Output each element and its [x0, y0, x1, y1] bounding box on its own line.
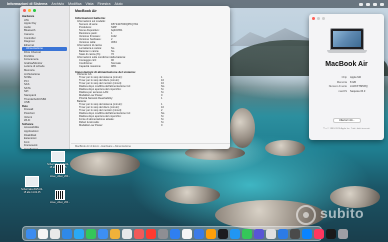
desktop-file[interactable]: Linee_video_200... — [48, 190, 72, 204]
watermark-text: subito — [320, 205, 364, 221]
close-button[interactable] — [23, 9, 26, 12]
dock-app-icon[interactable] — [242, 228, 252, 239]
zoom-button[interactable] — [322, 17, 325, 20]
desktop-file-label: Linee_video_200... — [49, 201, 71, 204]
dock-app-icon[interactable] — [122, 228, 132, 239]
desktop-file[interactable]: Schermata 2025-02-15 alle 11.02.45 — [20, 176, 44, 194]
about-spec-value: Sequoia 15.3 — [350, 89, 366, 93]
wallpaper-rock — [230, 108, 255, 148]
dock-app-icon[interactable] — [134, 228, 144, 239]
about-this-mac-window: MacBook Air Chip Apple M2 Memoria 8 GB Numer… — [309, 14, 384, 140]
window-title: MacBook Air — [75, 9, 97, 13]
control-center-icon[interactable] — [373, 2, 377, 6]
qr-code-thumbnail — [55, 190, 65, 200]
info-row: Modalità Low Power: 0 — [79, 124, 219, 127]
dock-app-icon[interactable] — [290, 228, 300, 239]
wallpaper-rock — [165, 186, 220, 204]
dock-app-icon[interactable] — [74, 228, 84, 239]
about-spec-row: Chip Apple M2 — [319, 76, 379, 80]
dock-app-icon[interactable] — [314, 228, 324, 239]
minimize-button[interactable] — [317, 17, 320, 20]
about-model-title: MacBook Air — [325, 61, 368, 68]
search-icon[interactable] — [380, 2, 384, 6]
info-value: 0 — [161, 124, 163, 128]
dock-app-icon[interactable] — [302, 228, 312, 239]
sidebar-item[interactable]: Installazioni — [20, 148, 69, 149]
dock — [22, 226, 348, 241]
wifi-icon[interactable] — [359, 2, 363, 6]
macbook-icon — [327, 28, 367, 54]
dock-app-icon[interactable] — [26, 228, 36, 239]
screenshot-thumbnail — [51, 151, 65, 162]
dock-app-icon[interactable] — [230, 228, 240, 239]
dock-app-icon[interactable] — [278, 228, 288, 239]
about-spec-key: macOS — [338, 89, 347, 93]
dock-app-icon[interactable] — [182, 228, 192, 239]
wallpaper-rock — [70, 152, 140, 176]
dock-app-icon[interactable] — [38, 228, 48, 239]
about-spec-row: macOS Sequoia 15.3 — [319, 90, 379, 94]
info-key: Modalità Low Power: — [79, 124, 104, 128]
desktop-file[interactable]: Linee_video_200... — [48, 164, 72, 178]
wallpaper-rock — [265, 140, 305, 156]
screenshot-thumbnail — [25, 176, 39, 187]
desktop-file-label: Schermata 2025-02-15 alle 11.02.45 — [21, 188, 43, 194]
dock-app-icon[interactable] — [194, 228, 204, 239]
more-info-button[interactable]: Ulteriori info... — [333, 118, 361, 123]
system-information-window: Hardware ATA Apple Pay Audio Bluetooth Camera… — [20, 6, 230, 149]
dock-app-icon[interactable] — [146, 228, 156, 239]
dock-app-icon[interactable] — [266, 228, 276, 239]
dock-app-icon[interactable] — [110, 228, 120, 239]
dock-app-icon[interactable] — [170, 228, 180, 239]
info-value: 98% — [111, 64, 117, 68]
info-row: Capacità massima: 98% — [79, 65, 219, 68]
path-bar: MacBook Air di Enzo › Hardware › Aliment… — [71, 143, 230, 149]
zoom-button[interactable] — [33, 9, 36, 12]
about-spec-value: 8 GB — [350, 80, 356, 84]
about-footer: ™ e © 1983-2025 Apple Inc. Tutti i dirit… — [322, 128, 371, 130]
dock-app-icon[interactable] — [158, 228, 168, 239]
about-spec-key: Numero di serie — [328, 85, 347, 88]
minimize-button[interactable] — [28, 9, 31, 12]
about-spec-key: Memoria — [336, 80, 347, 84]
dock-app-icon[interactable] — [50, 228, 60, 239]
desktop-file-label: Linee_video_200... — [49, 175, 71, 178]
about-spec-key: Chip — [341, 76, 347, 79]
battery-icon[interactable] — [366, 2, 370, 6]
dock-app-icon[interactable] — [62, 228, 72, 239]
close-button[interactable] — [312, 17, 315, 20]
dock-app-icon[interactable] — [98, 228, 108, 239]
about-spec-row: Memoria 8 GB — [319, 81, 379, 85]
about-spec-value: LG6XXT6PWQ — [350, 85, 368, 88]
sidebar: Hardware ATA Apple Pay Audio Bluetooth Camera… — [20, 6, 70, 149]
qr-code-thumbnail — [55, 164, 65, 174]
detail-pane: MacBook Air MacBook Air di Enzo › Hardwa… — [71, 6, 230, 149]
about-spec-value: Apple M2 — [350, 76, 361, 79]
dock-app-icon[interactable] — [326, 228, 336, 239]
info-key: Capacità massima: — [79, 64, 102, 68]
dock-app-icon[interactable] — [86, 228, 96, 239]
dock-app-icon[interactable] — [218, 228, 228, 239]
dock-app-icon[interactable] — [338, 228, 348, 239]
dock-app-icon[interactable] — [254, 228, 264, 239]
dock-app-icon[interactable] — [206, 228, 216, 239]
subito-logo-icon — [296, 205, 316, 225]
about-spec-row: Numero di serie LG6XXT6PWQ — [319, 85, 379, 89]
